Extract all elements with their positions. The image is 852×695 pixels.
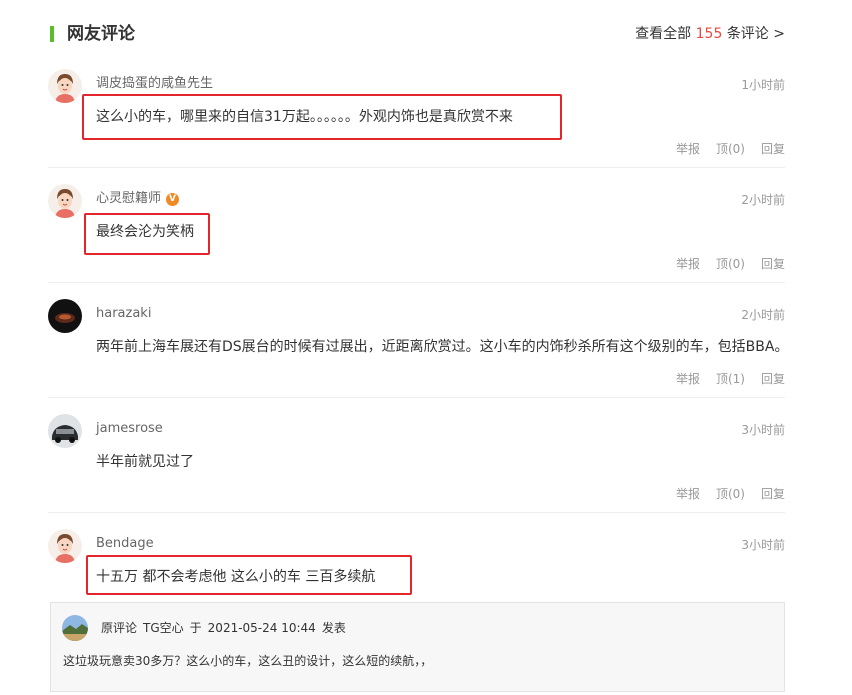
comment-actions: 举报 顶(0) 回复	[660, 141, 785, 157]
cartoon-boy-avatar-icon	[48, 529, 82, 563]
user-avatar[interactable]	[48, 69, 82, 103]
comment-item: 心灵慰籍师 V 2小时前 最终会沦为笑柄 举报 顶(0) 回复	[48, 184, 785, 283]
comment-text: 十五万 都不会考虑他 这么小的车 三百多续航	[96, 569, 376, 585]
comment-item: Bendage 3小时前 十五万 都不会考虑他 这么小的车 三百多续航	[48, 529, 785, 599]
comment-username[interactable]: 调皮捣蛋的咸鱼先生	[96, 75, 213, 93]
comment-text: 最终会沦为笑柄	[96, 224, 194, 240]
reply-button[interactable]: 回复	[761, 372, 785, 386]
comment-time: 2小时前	[741, 193, 785, 207]
quoted-original-comment: 原评论 TG空心于 2021-05-24 10:44 发表 这垃圾玩意卖30多万？这么…	[50, 602, 785, 692]
report-button[interactable]: 举报	[676, 257, 700, 271]
comment-item: 调皮捣蛋的咸鱼先生 1小时前 这么小的车，哪里来的自信31万起。。。。。。外观内…	[48, 69, 785, 168]
user-avatar[interactable]	[48, 529, 82, 563]
comment-username[interactable]: 心灵慰籍师 V	[96, 190, 180, 208]
cartoon-boy-avatar-icon	[48, 184, 82, 218]
quote-meta: 原评论 TG空心于 2021-05-24 10:44 发表	[101, 620, 352, 636]
view-all-comments-link[interactable]: 查看全部 155 条评论 >	[635, 22, 785, 46]
comment-time: 3小时前	[741, 538, 785, 552]
username-text: 心灵慰籍师	[96, 191, 162, 206]
comment-username[interactable]: harazaki	[96, 305, 151, 323]
reply-button[interactable]: 回复	[761, 257, 785, 271]
quote-username[interactable]: TG空心	[143, 621, 184, 635]
report-button[interactable]: 举报	[676, 142, 700, 156]
like-button[interactable]: 顶(1)	[716, 372, 745, 386]
comment-time: 3小时前	[741, 423, 785, 437]
like-button[interactable]: 顶(0)	[716, 142, 745, 156]
comment-actions: 举报 顶(0) 回复	[660, 256, 785, 272]
view-all-suffix: 条评论 >	[726, 26, 785, 42]
like-button[interactable]: 顶(0)	[716, 257, 745, 271]
section-title: 网友评论	[67, 24, 135, 44]
comment-divider	[48, 282, 785, 283]
comment-divider	[48, 512, 785, 513]
view-all-prefix: 查看全部	[635, 26, 692, 42]
comment-count: 155	[695, 26, 723, 42]
header-accent-bar	[50, 26, 54, 42]
comments-header: 网友评论 查看全部 155 条评论 >	[50, 22, 785, 46]
like-button[interactable]: 顶(0)	[716, 487, 745, 501]
comment-divider	[48, 397, 785, 398]
quote-user-avatar[interactable]	[62, 615, 88, 641]
comment-text: 这么小的车，哪里来的自信31万起。。。。。。外观内饰也是真欣赏不来	[96, 109, 513, 125]
comment-actions: 举报 顶(1) 回复	[660, 371, 785, 387]
landscape-avatar-icon	[62, 615, 88, 641]
car-photo-avatar-icon	[48, 414, 82, 448]
user-avatar[interactable]	[48, 299, 82, 333]
comment-text: 两年前上海车展还有DS展台的时候有过展出，近距离欣赏过。这小车的内饰秒杀所有这个…	[96, 339, 789, 355]
comment-username[interactable]: Bendage	[96, 535, 154, 553]
comment-text: 半年前就见过了	[96, 454, 194, 470]
comment-item: jamesrose 3小时前 半年前就见过了 举报 顶(0) 回复	[48, 414, 785, 513]
quote-suffix: 发表	[321, 621, 346, 635]
quote-text: 这垃圾玩意卖30多万？这么小的车，这么丑的设计，这么短的续航，，	[63, 654, 433, 668]
reply-button[interactable]: 回复	[761, 487, 785, 501]
report-button[interactable]: 举报	[676, 487, 700, 501]
verified-badge-icon: V	[166, 193, 180, 206]
comment-divider	[48, 167, 785, 168]
cartoon-boy-avatar-icon	[48, 69, 82, 103]
comment-time: 2小时前	[741, 308, 785, 322]
reply-button[interactable]: 回复	[761, 142, 785, 156]
comment-actions: 举报 顶(0) 回复	[660, 486, 785, 502]
comment-username[interactable]: jamesrose	[96, 420, 163, 438]
user-avatar[interactable]	[48, 414, 82, 448]
report-button[interactable]: 举报	[676, 372, 700, 386]
comment-time: 1小时前	[741, 78, 785, 92]
dark-photo-avatar-icon	[48, 299, 82, 333]
quote-prefix: 于	[189, 621, 202, 635]
user-avatar[interactable]	[48, 184, 82, 218]
quote-label: 原评论	[101, 621, 138, 635]
comment-item: harazaki 2小时前 两年前上海车展还有DS展台的时候有过展出，近距离欣赏…	[48, 299, 789, 398]
quote-datetime: 2021-05-24 10:44	[207, 621, 316, 635]
